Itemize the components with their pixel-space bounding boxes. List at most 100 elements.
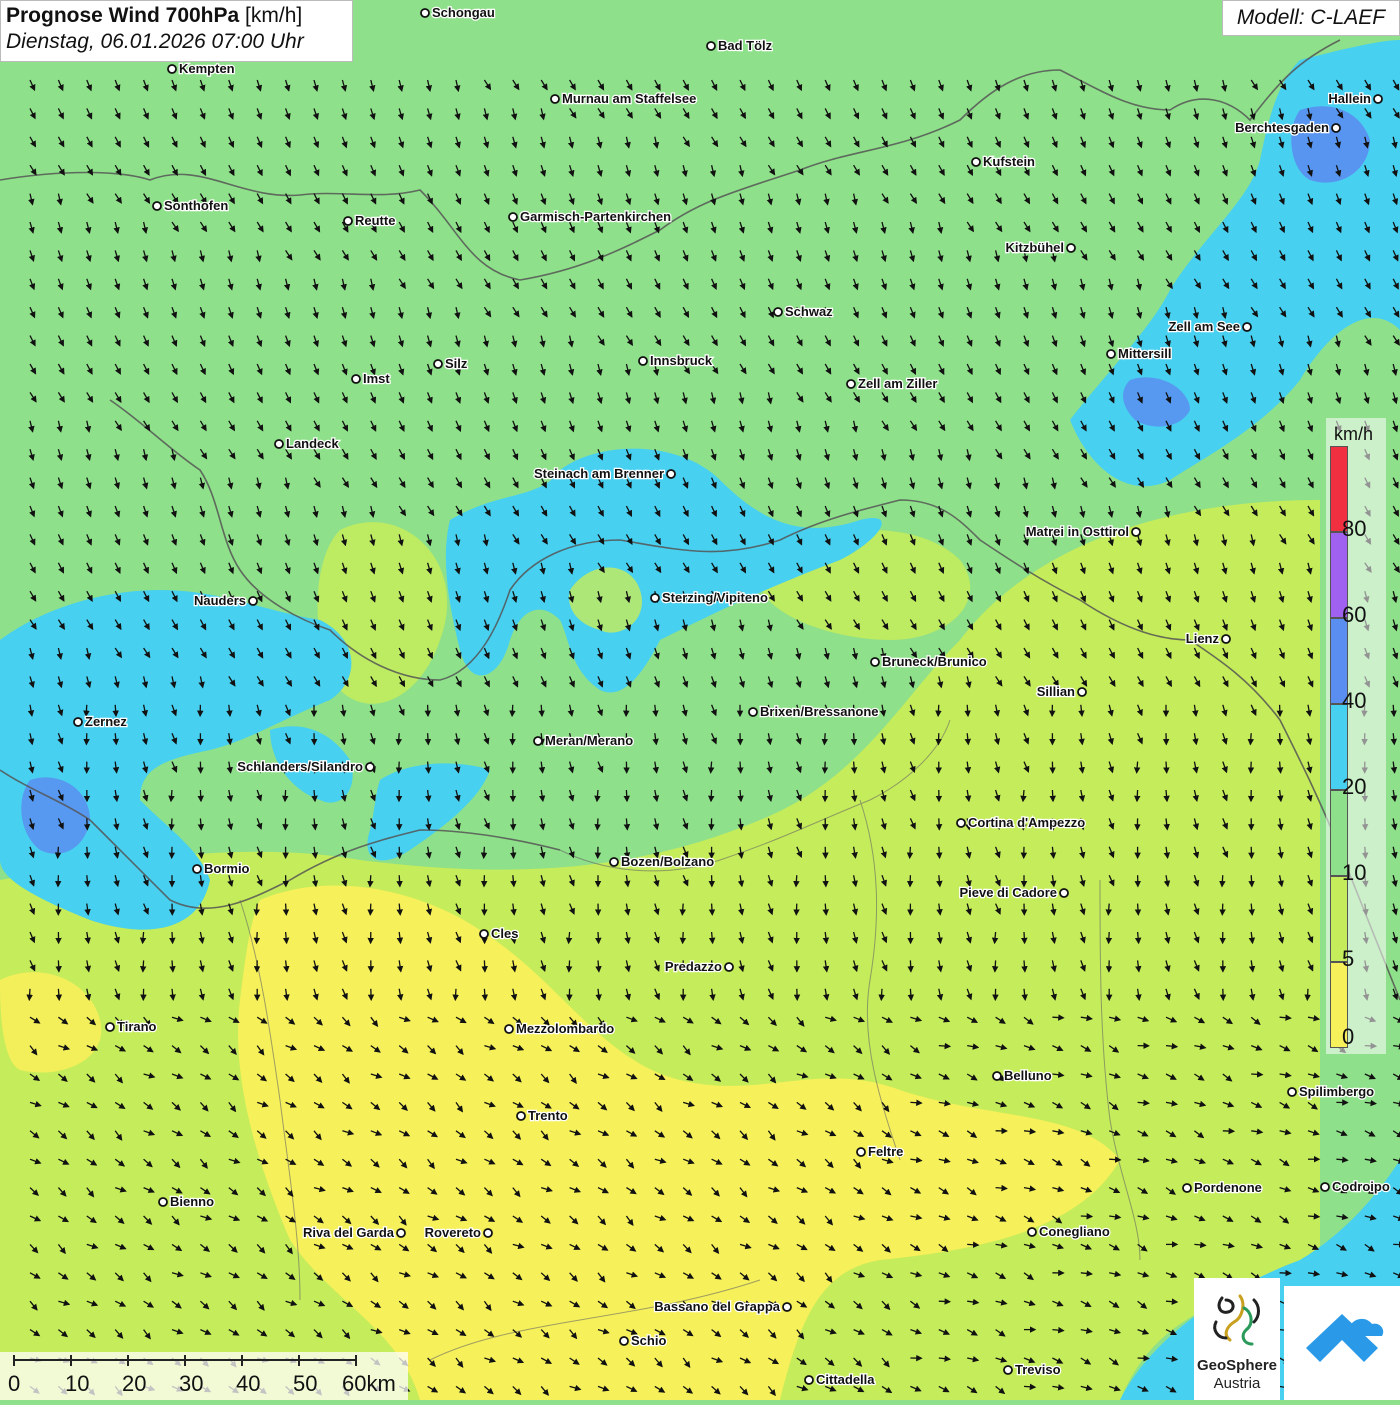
city-label: Lienz <box>1186 631 1220 646</box>
city-label: Bruneck/Brunico <box>882 654 987 669</box>
wind-arrow <box>1166 1301 1177 1302</box>
city-marker[interactable]: Bozen/Bolzano <box>610 854 714 869</box>
city-dot-icon <box>639 357 647 365</box>
city-dot-icon <box>651 594 659 602</box>
city-marker[interactable]: Pieve di Cadore <box>959 885 1068 900</box>
wind-arrow <box>1024 960 1025 971</box>
wind-arrow <box>569 960 570 971</box>
wind-arrow <box>1222 904 1223 915</box>
city-marker[interactable]: Sonthofen <box>153 198 228 213</box>
city-dot-icon <box>275 440 283 448</box>
wind-arrow <box>87 818 88 829</box>
wind-arrow <box>399 762 400 773</box>
wind-arrow <box>484 989 485 1000</box>
wind-arrow <box>1109 1159 1120 1160</box>
legend-tick-label: 80 <box>1342 516 1366 542</box>
city-dot-icon <box>517 1112 525 1120</box>
city-marker[interactable]: Codroipo <box>1321 1179 1390 1194</box>
city-label: Pieve di Cadore <box>959 885 1057 900</box>
city-marker[interactable]: Bassano del Grappa <box>654 1299 791 1314</box>
wind-arrow <box>143 960 144 971</box>
wind-arrow <box>854 733 855 744</box>
city-label: Cittadella <box>816 1372 875 1387</box>
city-dot-icon <box>344 217 352 225</box>
city-dot-icon <box>749 708 757 716</box>
wind-arrow <box>910 1102 921 1103</box>
wind-arrow <box>711 762 712 773</box>
wind-arrow <box>712 904 713 915</box>
wind-arrow <box>740 762 741 773</box>
city-marker[interactable]: Zell am See <box>1168 319 1251 334</box>
wind-arrow <box>881 989 882 1000</box>
city-marker[interactable]: Bruneck/Brunico <box>871 654 987 669</box>
wind-arrow <box>1137 762 1138 773</box>
wind-arrow <box>200 790 201 801</box>
city-marker[interactable]: Innsbruck <box>639 353 713 368</box>
wind-arrow <box>825 762 826 773</box>
city-dot-icon <box>509 213 517 221</box>
city-label: Zell am See <box>1168 319 1240 334</box>
city-dot-icon <box>993 1072 1001 1080</box>
city-dot-icon <box>1132 528 1140 536</box>
city-marker[interactable]: Garmisch-Partenkirchen <box>509 209 671 224</box>
city-dot-icon <box>847 380 855 388</box>
city-dot-icon <box>610 858 618 866</box>
city-marker[interactable]: Mezzolombardo <box>505 1021 614 1036</box>
city-dot-icon <box>857 1148 865 1156</box>
wind-map[interactable]: SchongauBad TölzKemptenMurnau am Staffel… <box>0 0 1400 1400</box>
city-dot-icon <box>783 1303 791 1311</box>
weather-app-icon <box>1284 1286 1400 1400</box>
city-label: Riva del Garda <box>303 1225 395 1240</box>
wind-arrow <box>824 733 825 744</box>
city-marker[interactable]: Sterzing/Vipiteno <box>651 590 768 605</box>
city-marker[interactable]: Riva del Garda <box>303 1225 405 1240</box>
city-label: Meran/Merano <box>545 733 633 748</box>
geosphere-logo[interactable]: GeoSphere Austria <box>1194 1278 1280 1400</box>
city-marker[interactable]: Schlanders/Silandro <box>237 759 374 774</box>
city-label: Kitzbühel <box>1006 240 1065 255</box>
city-label: Codroipo <box>1332 1179 1390 1194</box>
city-dot-icon <box>805 1376 813 1384</box>
city-label: Conegliano <box>1039 1224 1110 1239</box>
city-marker[interactable]: Conegliano <box>1028 1224 1110 1239</box>
wind-arrow <box>1251 762 1252 773</box>
city-dot-icon <box>972 158 980 166</box>
wind-arrow <box>938 705 939 716</box>
wind-arrow <box>171 818 172 829</box>
wind-arrow <box>796 904 797 915</box>
city-marker[interactable]: Spilimbergo <box>1288 1084 1374 1099</box>
city-marker[interactable]: Steinach am Brenner <box>534 466 675 481</box>
city-label: Reutte <box>355 213 395 228</box>
city-label: Garmisch-Partenkirchen <box>520 209 671 224</box>
city-label: Bormio <box>204 861 250 876</box>
city-label: Landeck <box>286 436 340 451</box>
city-marker[interactable]: Brixen/Bressanone <box>749 704 879 719</box>
city-marker[interactable]: Zell am Ziller <box>847 376 937 391</box>
city-marker[interactable]: Cittadella <box>805 1372 875 1387</box>
weather-app-logo[interactable] <box>1284 1286 1400 1400</box>
city-label: Zell am Ziller <box>858 376 937 391</box>
wind-arrow <box>995 960 996 971</box>
city-marker[interactable]: Schongau <box>421 5 495 20</box>
wind-arrow <box>967 705 968 716</box>
wind-arrow <box>1280 1017 1291 1018</box>
city-label: Matrei in Osttirol <box>1026 524 1129 539</box>
legend-tick-label: 10 <box>1342 860 1366 886</box>
geosphere-name: GeoSphere <box>1194 1357 1280 1374</box>
city-marker[interactable]: Berchtesgaden <box>1235 120 1340 135</box>
city-marker[interactable]: Pordenone <box>1183 1180 1262 1195</box>
city-dot-icon <box>871 658 879 666</box>
city-marker[interactable]: Meran/Merano <box>534 733 633 748</box>
wind-arrow <box>996 1188 1007 1189</box>
city-marker[interactable]: Murnau am Staffelsee <box>551 91 696 106</box>
city-marker[interactable]: Cortina d'Ampezzo <box>957 815 1085 830</box>
scale-label: 0 <box>8 1371 20 1397</box>
title-box: Prognose Wind 700hPa [km/h] Dienstag, 06… <box>0 0 353 62</box>
wind-arrow <box>1166 762 1167 773</box>
wind-arrow <box>256 904 257 915</box>
city-dot-icon <box>249 597 257 605</box>
city-label: Silz <box>445 356 468 371</box>
city-marker[interactable]: Matrei in Osttirol <box>1026 524 1140 539</box>
wind-arrow <box>29 989 30 1000</box>
city-label: Cles <box>491 926 518 941</box>
